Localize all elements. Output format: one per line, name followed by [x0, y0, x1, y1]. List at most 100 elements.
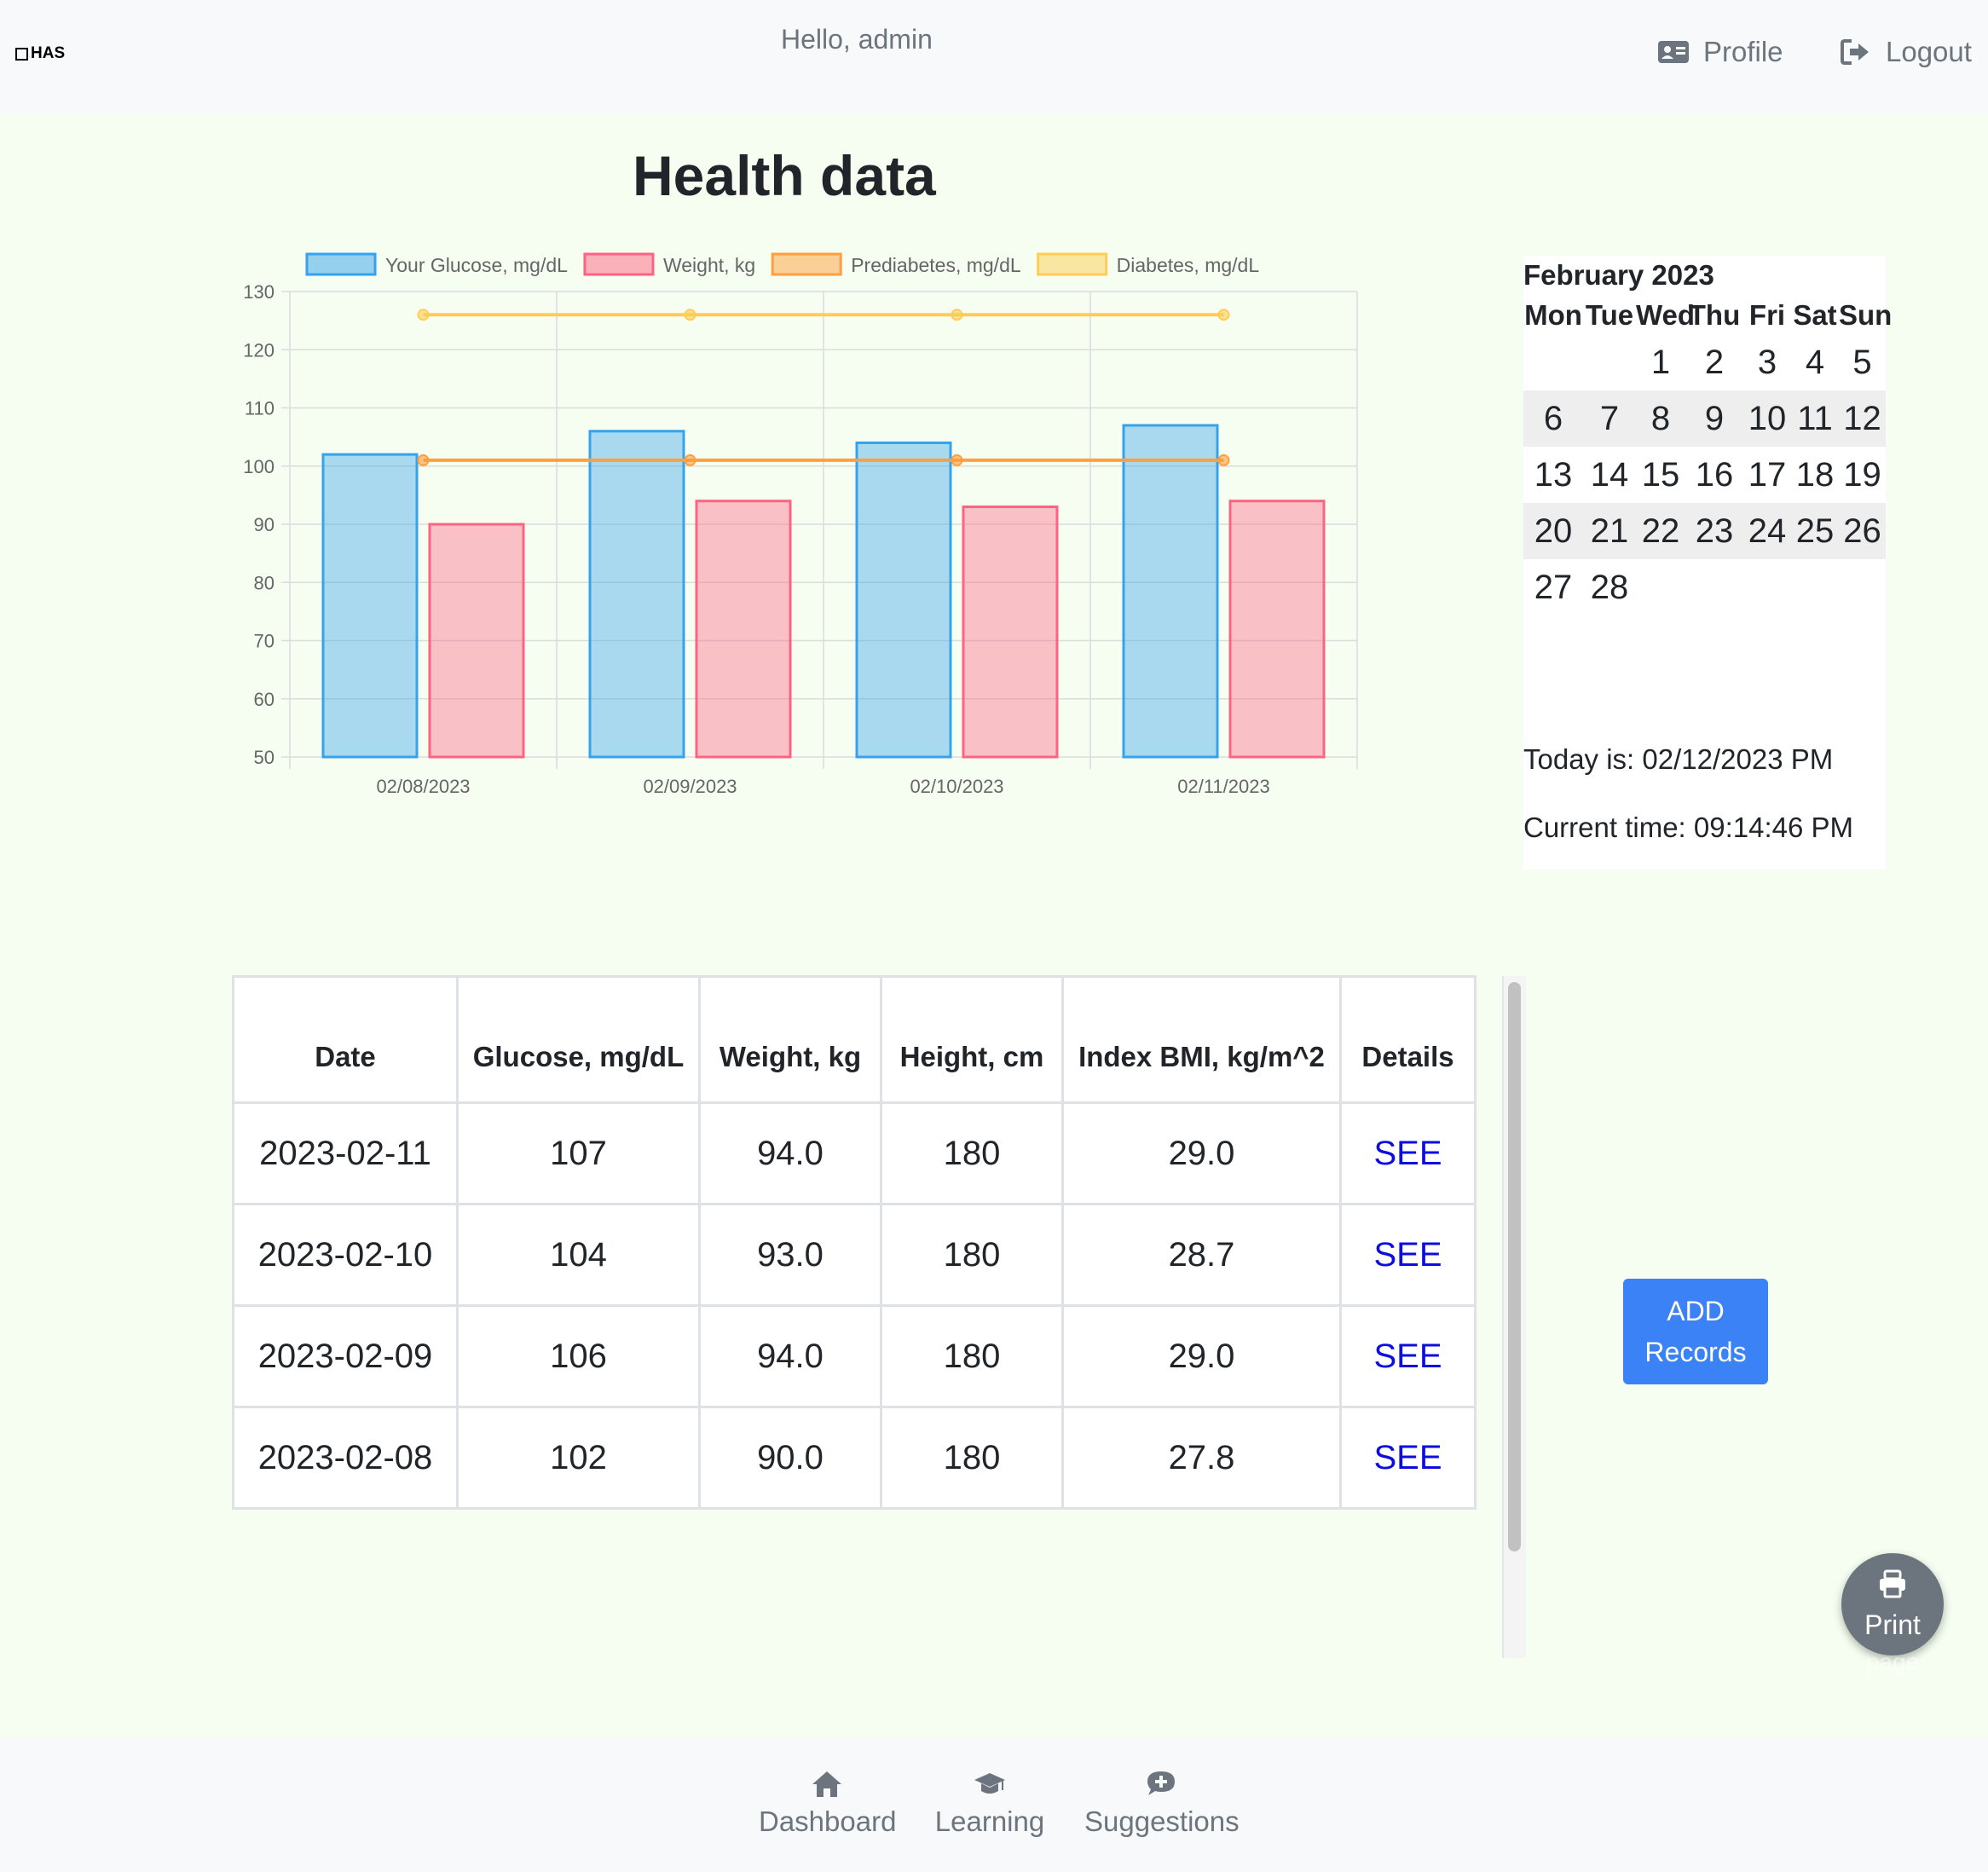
- calendar-day[interactable]: 17: [1743, 456, 1791, 494]
- chart-bar: [321, 453, 419, 759]
- bottom-navbar: Dashboard Learning Suggestions: [0, 1737, 1988, 1872]
- chart-bar: [428, 523, 525, 759]
- legend-swatch: [305, 252, 377, 276]
- y-tick-label: 110: [245, 398, 275, 419]
- nav-learning-label: Learning: [934, 1806, 1045, 1837]
- table-cell: 180: [880, 1101, 1064, 1205]
- logo-text: HAS: [31, 44, 66, 62]
- calendar-day[interactable]: 18: [1791, 456, 1839, 494]
- see-details-link[interactable]: SEE: [1373, 1236, 1442, 1274]
- calendar-day[interactable]: 8: [1636, 400, 1685, 438]
- y-tick-label: 120: [243, 339, 275, 361]
- see-details-link[interactable]: SEE: [1373, 1439, 1442, 1476]
- calendar-day[interactable]: 7: [1583, 400, 1636, 438]
- calendar-week-row: 6 7 8 9 10 11 12: [1523, 390, 1886, 447]
- calendar-week-row: 12345: [1523, 334, 1886, 390]
- brand-logo[interactable]: HAS: [15, 44, 65, 63]
- calendar-weekday: Thu: [1688, 299, 1741, 331]
- calendar-weekday: Sat: [1793, 299, 1837, 331]
- table-header-row: Date Glucose, mg/dL Weight, kg Height, cm In…: [232, 975, 1477, 1104]
- greeting-text: Hello, admin: [781, 24, 933, 55]
- calendar-day[interactable]: 6: [1523, 400, 1583, 438]
- column-header: Height, cm: [880, 975, 1064, 1104]
- chart-bar: [1228, 500, 1326, 759]
- calendar-day[interactable]: 19: [1839, 456, 1886, 494]
- calendar-day[interactable]: 3: [1743, 344, 1791, 382]
- print-page-button[interactable]: Print page: [1841, 1553, 1944, 1675]
- calendar-day[interactable]: 20: [1523, 512, 1583, 551]
- nav-suggestions[interactable]: Suggestions: [1084, 1768, 1240, 1838]
- x-tick-label: 02/09/2023: [643, 776, 737, 797]
- calendar-week-row: 20 21 22 23 24 25 26: [1523, 503, 1886, 559]
- x-tick-label: 02/08/2023: [376, 776, 470, 797]
- calendar-grid: Mon Tue Wed Thu Fri Sat Sun 1 2 3 4 5 6 7 8 9 10 11 12 13 14…: [1523, 297, 1892, 615]
- calendar-day[interactable]: 11: [1791, 400, 1839, 438]
- calendar-day[interactable]: 14: [1583, 456, 1636, 494]
- calendar-weekday: Mon: [1524, 299, 1582, 331]
- table-row: 2023-02-10 104 93.0 180 28.7 SEE: [232, 1203, 1477, 1307]
- print-label: Print: [1864, 1609, 1921, 1640]
- add-records-button[interactable]: ADD Records: [1623, 1279, 1768, 1384]
- health-chart: 50 60 70 80 90 100 110 120 130 02/08/2023 02/09/20…: [243, 252, 1358, 797]
- chart-bar: [695, 500, 792, 759]
- calendar-day[interactable]: 9: [1685, 400, 1743, 438]
- calendar-day[interactable]: 27: [1523, 569, 1583, 607]
- table-cell: 180: [880, 1304, 1064, 1408]
- legend-swatch: [1037, 252, 1108, 276]
- nav-dashboard[interactable]: Dashboard: [759, 1768, 896, 1838]
- home-icon: [812, 1771, 841, 1797]
- table-row: 2023-02-11 107 94.0 180 29.0 SEE: [232, 1101, 1477, 1205]
- top-navbar: HAS Hello, admin Profile Logout: [0, 0, 1988, 114]
- calendar-day[interactable]: 24: [1743, 512, 1791, 551]
- calendar-day[interactable]: 5: [1839, 344, 1886, 382]
- calendar-day[interactable]: 16: [1685, 456, 1743, 494]
- page-title: Health data: [633, 144, 936, 207]
- logout-icon: [1841, 39, 1869, 65]
- table-cell: 93.0: [698, 1203, 882, 1307]
- nav-learning[interactable]: Learning: [934, 1768, 1045, 1838]
- details-cell: SEE: [1339, 1304, 1477, 1408]
- calendar-week-row: 27 28: [1523, 559, 1886, 615]
- calendar-day[interactable]: 22: [1636, 512, 1685, 551]
- table-cell: 29.0: [1061, 1101, 1342, 1205]
- legend-swatch: [583, 252, 655, 276]
- calendar-day[interactable]: 23: [1685, 512, 1743, 551]
- calendar-day[interactable]: 10: [1743, 400, 1791, 438]
- calendar-day[interactable]: 4: [1791, 344, 1839, 382]
- table-cell: 102: [456, 1406, 701, 1510]
- details-cell: SEE: [1339, 1406, 1477, 1510]
- legend-swatch: [771, 252, 842, 276]
- calendar-day[interactable]: 28: [1583, 569, 1636, 607]
- table-cell: 180: [880, 1203, 1064, 1307]
- calendar-day[interactable]: 2: [1685, 344, 1743, 382]
- y-tick-label: 130: [243, 281, 275, 303]
- chart-point: [951, 309, 963, 321]
- legend-label: Diabetes, mg/dL: [1117, 254, 1260, 276]
- graduation-cap-icon: [974, 1773, 1005, 1794]
- calendar-day[interactable]: 21: [1583, 512, 1636, 551]
- calendar-day[interactable]: 15: [1636, 456, 1685, 494]
- see-details-link[interactable]: SEE: [1373, 1135, 1442, 1172]
- calendar-day[interactable]: 25: [1791, 512, 1839, 551]
- calendar-day[interactable]: 26: [1839, 512, 1886, 551]
- table-row: 2023-02-09 106 94.0 180 29.0 SEE: [232, 1304, 1477, 1408]
- calendar-day[interactable]: 13: [1523, 456, 1583, 494]
- chart-bar: [588, 430, 685, 759]
- calendar-day[interactable]: 12: [1839, 400, 1886, 438]
- table-cell: 2023-02-09: [232, 1304, 459, 1408]
- logout-link[interactable]: Logout: [1840, 36, 1972, 68]
- profile-link[interactable]: Profile: [1657, 36, 1783, 68]
- column-header: Glucose, mg/dL: [456, 975, 701, 1104]
- calendar-weekday: Wed: [1636, 299, 1696, 331]
- chart-point: [1217, 309, 1230, 321]
- see-details-link[interactable]: SEE: [1373, 1338, 1442, 1375]
- calendar-day[interactable]: 1: [1636, 344, 1685, 382]
- y-tick-label: 50: [254, 747, 275, 768]
- chart-point: [417, 454, 430, 466]
- table-scrollbar-thumb[interactable]: [1508, 982, 1521, 1551]
- profile-label: Profile: [1703, 36, 1783, 67]
- records-table-container[interactable]: Date Glucose, mg/dL Weight, kg Height, cm In…: [232, 975, 1528, 1657]
- table-cell: 28.7: [1061, 1203, 1342, 1307]
- legend-label: Your Glucose, mg/dL: [385, 254, 568, 276]
- table-cell: 180: [880, 1406, 1064, 1510]
